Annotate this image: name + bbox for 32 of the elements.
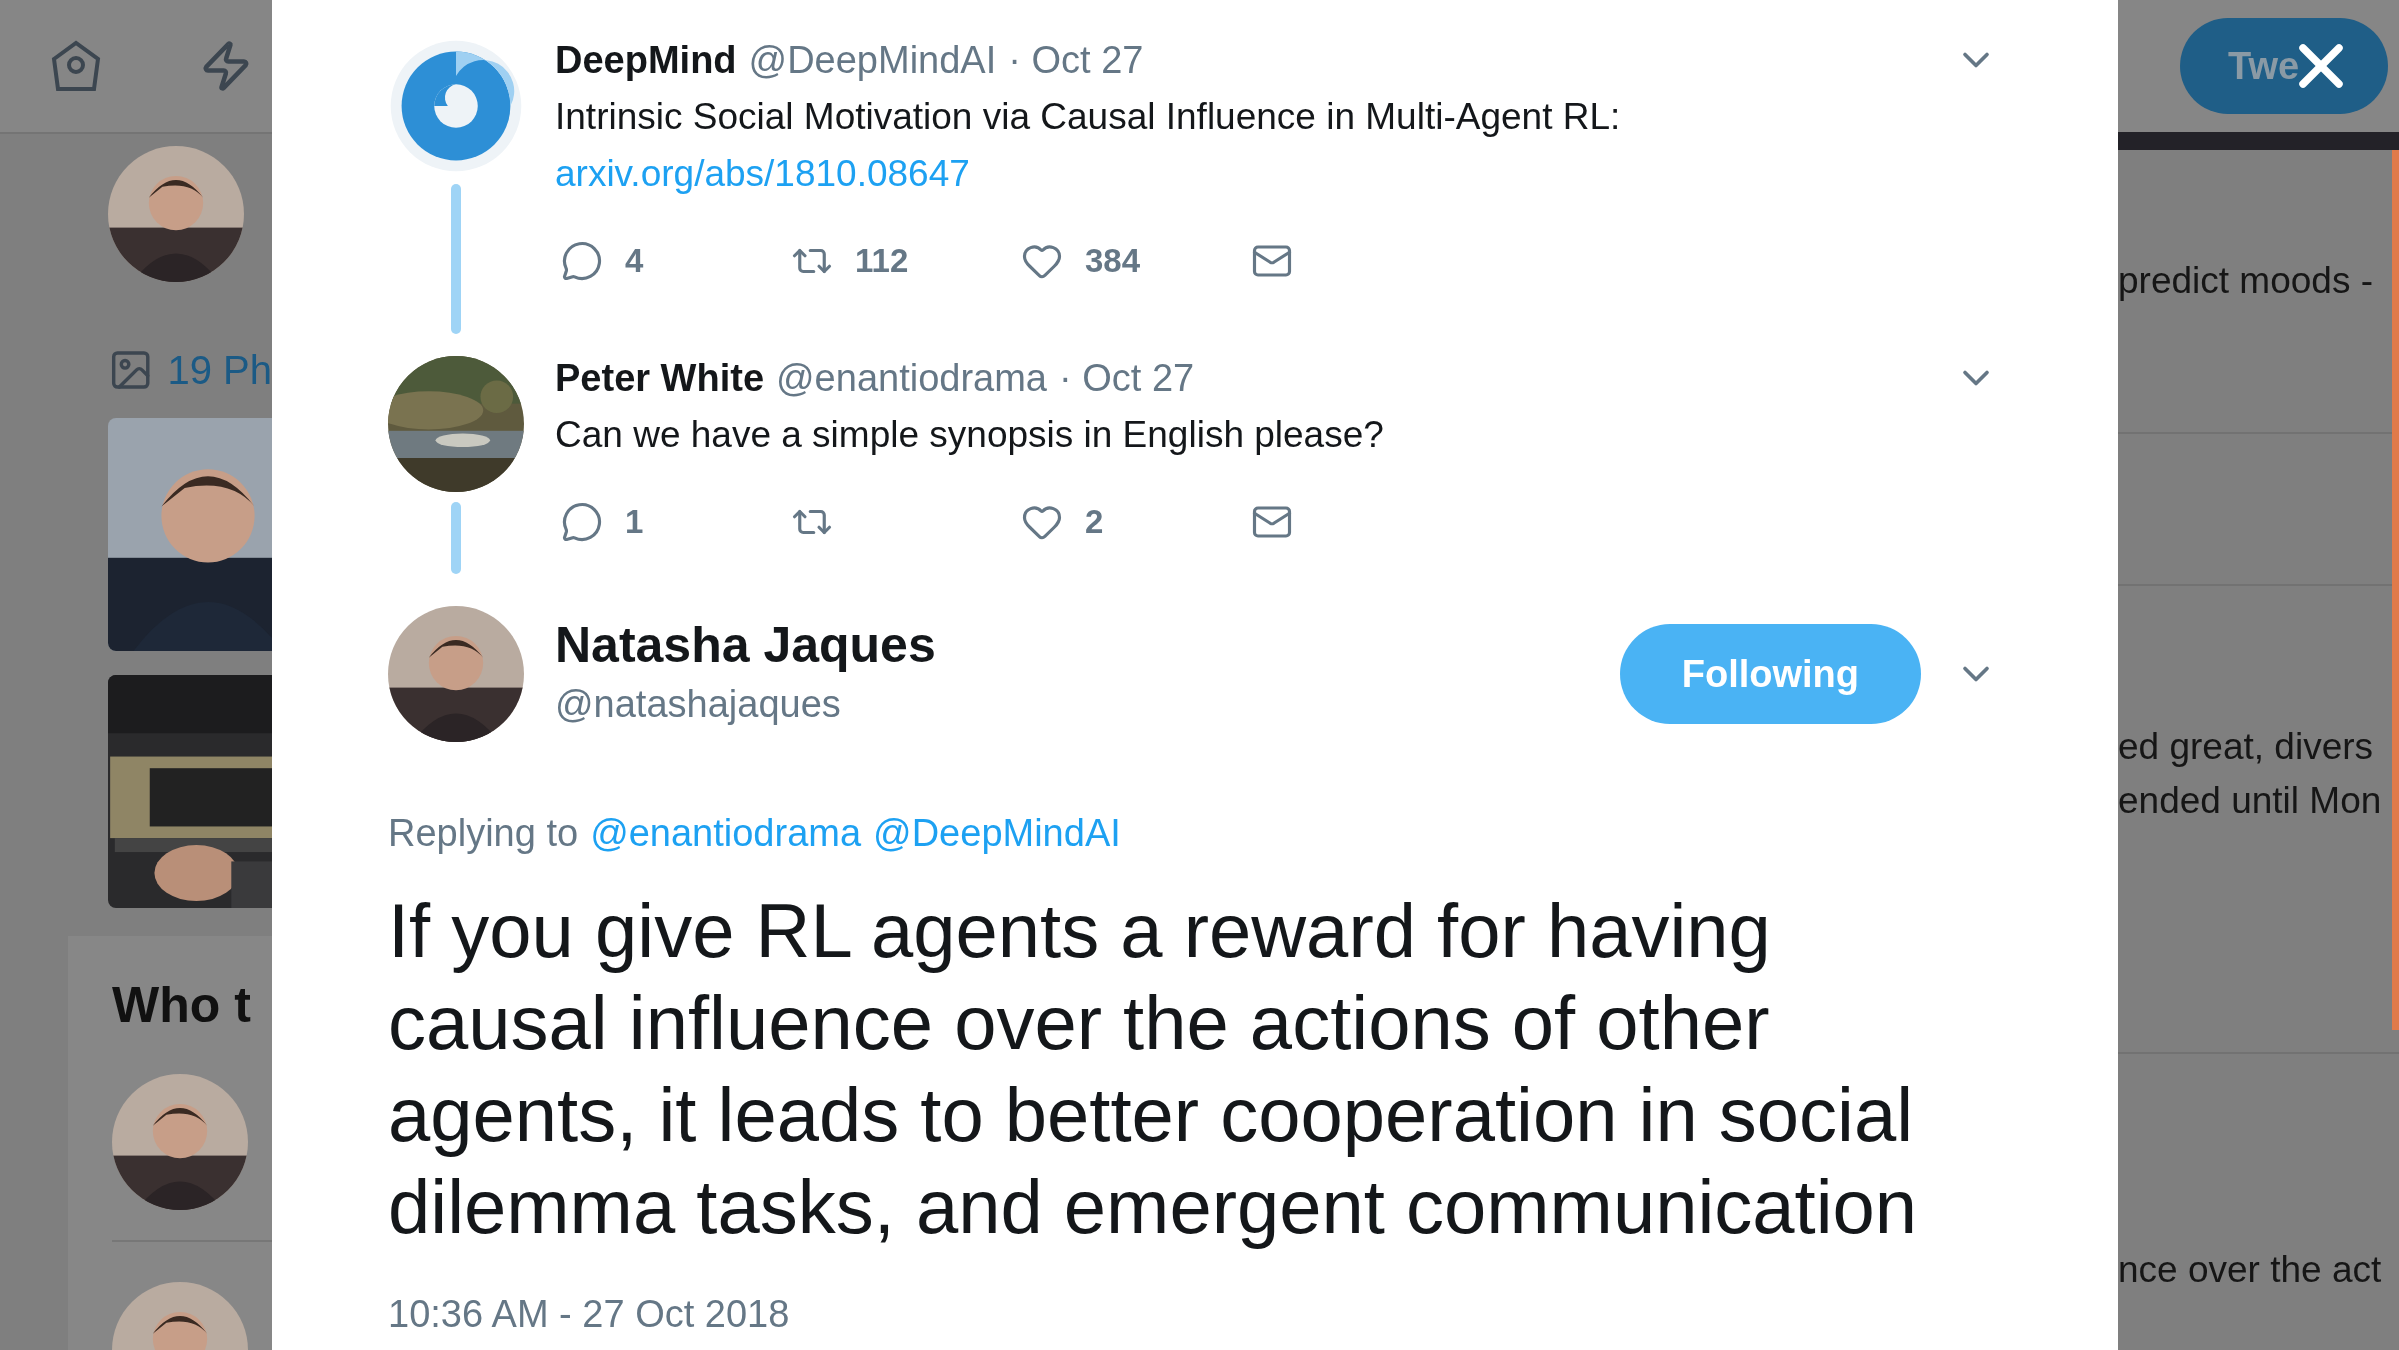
thread-line [451,502,461,574]
replying-label: Replying to [388,812,579,855]
author-handle[interactable]: @enantiodrama [776,356,1047,400]
tweet-text: Intrinsic Social Motivation via Causal Influence in Multi-Agent RL: [555,96,1621,137]
card-title: Who t [112,976,252,1034]
tweet-link[interactable]: arxiv.org/abs/1810.08647 [555,153,970,194]
author-name[interactable]: Peter White [555,356,765,400]
like-button[interactable]: 384 [1021,240,1251,282]
reply-button[interactable]: 1 [561,501,791,543]
tweet-button[interactable]: Twe [2180,18,2388,114]
retweet-button[interactable]: 112 [791,240,1021,282]
feed-text: ed great, divers [2118,726,2375,768]
mention-link[interactable]: @enantiodrama [590,812,862,855]
reply-icon [561,240,603,282]
following-button[interactable]: Following [1619,624,1921,724]
tweet-date[interactable]: · Oct 27 [1008,38,1144,82]
author-handle[interactable]: @natashajaques [555,675,1589,733]
reply-icon [561,501,603,543]
author-name[interactable]: Natasha Jaques [555,615,1589,675]
mention-link[interactable]: @DeepMindAI [873,812,1121,855]
tweet-timestamp[interactable]: 10:36 AM - 27 Oct 2018 [388,1293,2000,1336]
reply-button[interactable]: 4 [561,240,791,282]
author-name[interactable]: DeepMind [555,38,737,82]
feed-text: ended until Mon [2118,780,2383,822]
feed-text: predict moods - [2118,260,2374,302]
like-button[interactable]: 2 [1021,501,1251,543]
tweet-text: Can we have a simple synopsis in English please? [555,414,1384,455]
author-handle[interactable]: @DeepMindAI [748,38,997,82]
logo-icon [388,38,524,174]
tweet-date[interactable]: · Oct 27 [1059,356,1195,400]
feed-text: nce over the act [2118,1249,2383,1291]
tweet-text: If you give RL agents a reward for having causal influence over the actions of other agents, it leads to better cooperation in social dilemma tasks, and emergent communication [388,887,1919,1251]
